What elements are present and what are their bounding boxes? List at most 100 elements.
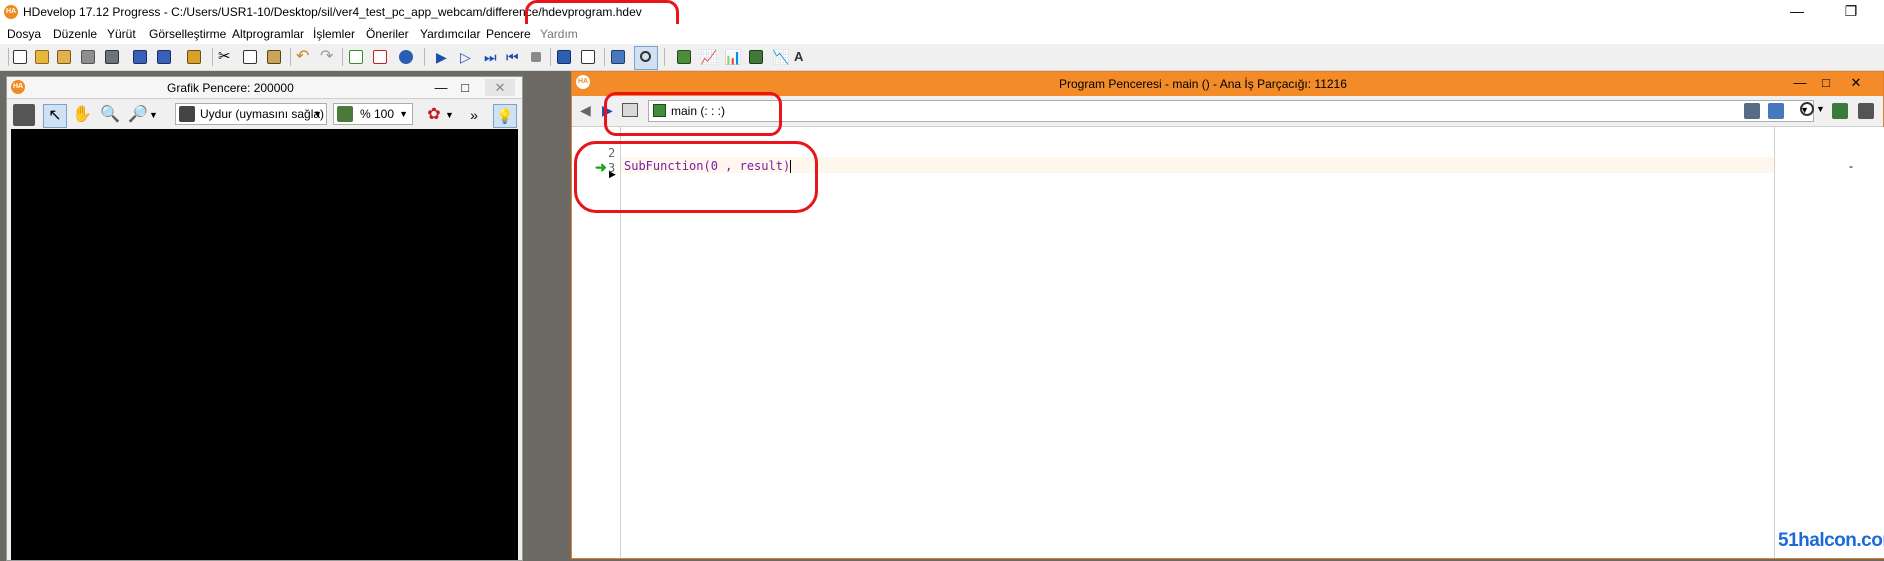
fit-mode-combo[interactable]: Uydur (uymasını sağla) ▼ xyxy=(175,103,327,125)
open-example-icon[interactable] xyxy=(56,49,72,65)
assistant-icon[interactable] xyxy=(398,49,414,65)
redo-icon[interactable]: ↷ xyxy=(320,49,336,65)
toolbar-separator xyxy=(290,48,291,66)
gray-histogram-icon[interactable]: 📉 xyxy=(772,49,789,65)
line-status-icon[interactable] xyxy=(1832,103,1848,119)
graphics-window: HA Grafik Pencere: 200000 — □ ✕ ↖ ✋ 🔍 🔎 … xyxy=(6,76,523,561)
program-close-button[interactable]: ✕ xyxy=(1844,74,1868,91)
image-inspect-icon[interactable] xyxy=(676,49,692,65)
fit-icon xyxy=(179,106,195,122)
ocr-icon[interactable]: A xyxy=(794,49,810,65)
toolbar-separator xyxy=(342,48,343,66)
fit-mode-value: Uydur (uymasını sağla) xyxy=(200,107,325,121)
procedure-icon xyxy=(653,104,666,117)
line-profile-icon[interactable]: 📈 xyxy=(700,49,717,65)
code-line-3[interactable]: SubFunction(0 , result) xyxy=(624,159,792,173)
timer-icon[interactable] xyxy=(1800,102,1814,116)
step-over-icon[interactable]: ▷ xyxy=(460,49,476,65)
restore-button[interactable]: ❐ xyxy=(1836,2,1866,20)
program-maximize-button[interactable]: □ xyxy=(1814,74,1838,91)
minimize-button[interactable]: — xyxy=(1782,2,1812,20)
pointer-icon[interactable]: ↖ xyxy=(43,104,67,128)
text-cursor xyxy=(790,160,792,173)
new-program-icon[interactable] xyxy=(12,49,28,65)
properties-icon[interactable] xyxy=(186,49,202,65)
app-title-bar: HA HDevelop 17.12 Progress - C:/Users/US… xyxy=(0,0,1884,24)
paste-icon[interactable] xyxy=(266,49,282,65)
zoom-icon[interactable]: 🔎 xyxy=(127,104,149,126)
menu-yardim[interactable]: Yardım xyxy=(540,27,578,41)
reset-pc-icon[interactable] xyxy=(580,49,596,65)
menu-altprogramlar[interactable]: Altprogramlar xyxy=(232,27,304,41)
open-program-icon[interactable] xyxy=(34,49,50,65)
more-tools-button[interactable]: » xyxy=(463,104,485,126)
toolbar-separator xyxy=(664,48,665,66)
graphics-close-button[interactable]: ✕ xyxy=(485,79,515,96)
profiler-icon[interactable] xyxy=(610,49,626,65)
timer-icon[interactable] xyxy=(634,46,658,70)
program-options-icon[interactable] xyxy=(1858,103,1874,119)
histogram-icon[interactable]: 📊 xyxy=(724,49,741,65)
color-dropdown-icon[interactable]: ▼ xyxy=(445,104,455,126)
folder-icon[interactable] xyxy=(622,103,638,117)
chevron-down-icon[interactable]: ▼ xyxy=(1816,104,1825,114)
back-arrow-icon[interactable]: ◀ xyxy=(580,102,591,119)
color-palette-icon[interactable]: ✿ xyxy=(423,104,445,126)
chevron-down-icon: ▼ xyxy=(313,109,322,119)
activate-line-icon[interactable] xyxy=(348,49,364,65)
menu-duzenle[interactable]: Düzenle xyxy=(53,27,97,41)
toolbar-separator xyxy=(8,48,9,66)
pan-hand-icon[interactable]: ✋ xyxy=(71,104,93,126)
toolbar-separator xyxy=(604,48,605,66)
line-number-2: 2 xyxy=(608,146,616,160)
menu-dosya[interactable]: Dosya xyxy=(7,27,41,41)
insert-cursor-icon: ▶ xyxy=(609,169,616,179)
program-window: HA Program Penceresi - main () - Ana İş … xyxy=(571,71,1884,559)
reset-program-icon[interactable] xyxy=(556,49,572,65)
watermark-suffix: halcon.com xyxy=(1798,530,1884,551)
code-editor[interactable]: SubFunction(0 , result) xyxy=(621,127,1821,558)
graphics-minimize-button[interactable]: — xyxy=(429,79,453,96)
graphics-canvas[interactable] xyxy=(11,129,518,560)
toolbar-separator xyxy=(424,48,425,66)
forward-arrow-icon[interactable]: ▶ xyxy=(602,102,613,119)
edit-procedure-icon[interactable] xyxy=(1744,103,1760,119)
export-icon[interactable] xyxy=(132,49,148,65)
step-into-icon[interactable]: ⏭ xyxy=(484,49,500,65)
menu-oneriler[interactable]: Öneriler xyxy=(366,27,409,41)
procedure-combo[interactable]: main (: : :) ▼ xyxy=(648,100,1814,122)
toolbar-separator xyxy=(550,48,551,66)
import-icon[interactable] xyxy=(156,49,172,65)
menu-islemler[interactable]: İşlemler xyxy=(313,27,355,41)
watermark-prefix: 51 xyxy=(1778,530,1799,551)
menu-pencere[interactable]: Pencere xyxy=(486,27,531,41)
menu-gorsellestirme[interactable]: Görselleştirme xyxy=(149,27,226,41)
line-marker: - xyxy=(1849,159,1853,173)
procedure-settings-icon[interactable] xyxy=(1768,103,1784,119)
run-icon[interactable]: ▶ xyxy=(436,49,452,65)
zoom-dropdown-icon[interactable]: ▼ xyxy=(149,104,159,126)
edit-visualization-icon[interactable] xyxy=(13,104,35,126)
menu-yurut[interactable]: Yürüt xyxy=(107,27,136,41)
save-icon[interactable] xyxy=(80,49,96,65)
graphics-window-title: Grafik Pencere: 200000 xyxy=(167,81,294,95)
step-out-icon[interactable]: ⏮ xyxy=(506,49,522,65)
copy-icon[interactable] xyxy=(242,49,258,65)
cut-icon[interactable]: ✂ xyxy=(218,49,234,65)
graphics-maximize-button[interactable]: □ xyxy=(453,79,477,96)
program-counter-arrow-icon: ➜ xyxy=(595,159,607,175)
zoom-level-value: % 100 xyxy=(360,107,395,121)
deactivate-line-icon[interactable] xyxy=(372,49,388,65)
print-icon[interactable] xyxy=(104,49,120,65)
stop-icon[interactable] xyxy=(528,49,544,65)
undo-icon[interactable]: ↶ xyxy=(296,49,312,65)
lightbulb-icon[interactable]: 💡 xyxy=(493,104,517,128)
main-toolbar: ✂ ↶ ↷ ▶ ▷ ⏭ ⏮ 📈 📊 📉 A xyxy=(0,44,1884,71)
halcon-logo-icon: HA xyxy=(4,5,18,19)
feature-inspect-icon[interactable] xyxy=(748,49,764,65)
program-minimize-button[interactable]: — xyxy=(1788,74,1812,91)
toolbar-separator xyxy=(212,48,213,66)
menu-yardimcilar[interactable]: Yardımcılar xyxy=(420,27,480,41)
zoom-level-combo[interactable]: % 100 ▼ xyxy=(333,103,413,125)
magnifier-icon[interactable]: 🔍 xyxy=(99,104,121,126)
